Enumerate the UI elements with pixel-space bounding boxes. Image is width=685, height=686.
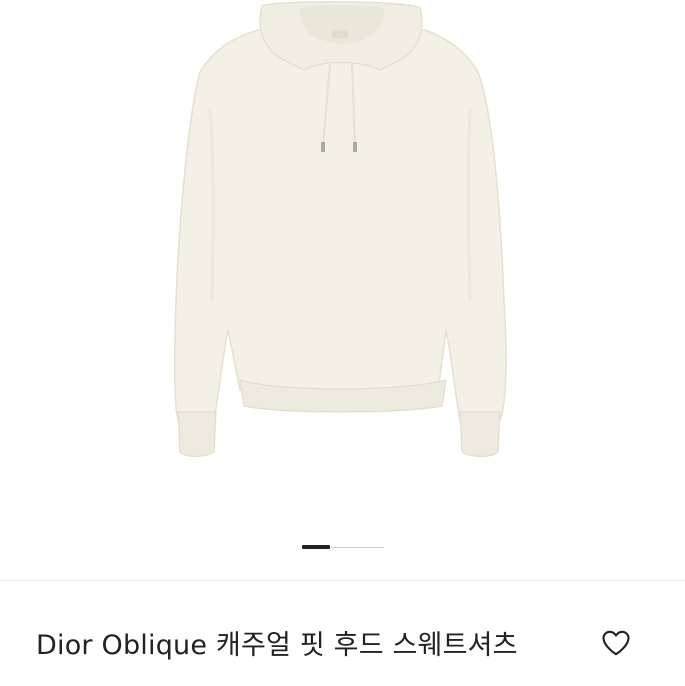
heart-outline-icon xyxy=(602,630,630,656)
wishlist-button[interactable] xyxy=(596,625,636,661)
carousel-indicator[interactable] xyxy=(302,545,384,549)
left-aglet xyxy=(321,142,325,152)
hoodie-body xyxy=(173,29,507,421)
indicator-active-segment xyxy=(302,545,330,549)
right-aglet xyxy=(353,142,357,152)
right-cuff xyxy=(459,411,501,458)
product-info: Dior Oblique 캐주얼 핏 후드 스웨트셔츠 xyxy=(0,580,685,686)
left-cuff xyxy=(177,411,217,458)
neck-label xyxy=(332,30,348,38)
product-image-gallery[interactable] xyxy=(0,0,685,580)
product-image xyxy=(173,1,507,458)
product-title: Dior Oblique 캐주얼 핏 후드 스웨트셔츠 xyxy=(36,630,518,661)
